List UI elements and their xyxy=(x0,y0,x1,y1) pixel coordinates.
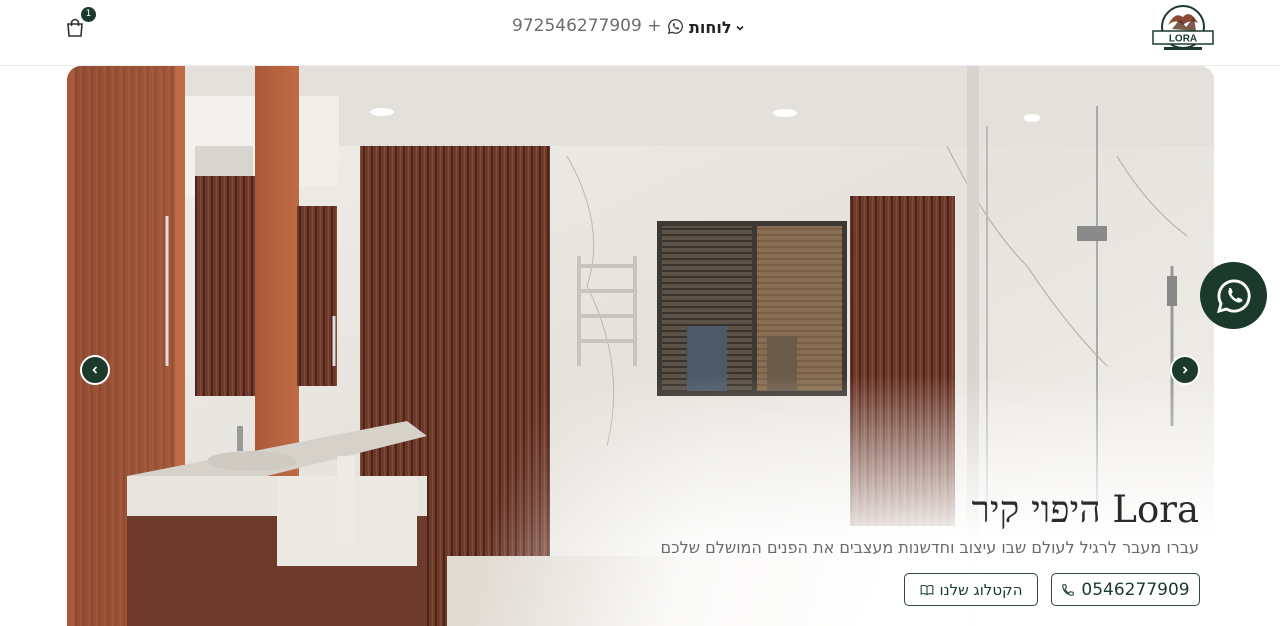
whatsapp-icon xyxy=(1216,279,1251,313)
chevron-right-icon xyxy=(1182,366,1188,374)
hero-subtitle: עברו מעבר לרגיל לעולם שבו עיצוב וחדשנות … xyxy=(660,538,1199,557)
catalog-label: הקטלוג שלנו xyxy=(939,580,1023,599)
hero-title: Lora היפוי קיר xyxy=(971,488,1199,531)
call-phone-button[interactable]: 0546277909 xyxy=(1051,573,1200,606)
cart-count-badge: 1 xyxy=(81,7,96,22)
whatsapp-float-button[interactable] xyxy=(1200,262,1267,329)
cart-icon xyxy=(67,18,83,37)
chevron-down-icon xyxy=(736,25,744,31)
chevron-left-icon xyxy=(92,366,98,374)
header-phone-link[interactable]: 972546277909 + xyxy=(512,16,684,36)
book-icon xyxy=(920,584,933,595)
catalog-button[interactable]: הקטלוג שלנו xyxy=(904,573,1038,606)
whatsapp-icon xyxy=(668,18,684,34)
call-phone-label: 0546277909 xyxy=(1081,579,1190,600)
menu-panels[interactable]: לוחות xyxy=(689,18,745,37)
slider-prev-button[interactable] xyxy=(80,355,110,385)
site-header: 1 972546277909 + לוחות LORA xyxy=(0,0,1280,66)
header-phone-text: 972546277909 + xyxy=(512,16,662,36)
logo[interactable]: LORA xyxy=(1150,3,1216,55)
slider-next-button[interactable] xyxy=(1170,355,1200,385)
logo-text: LORA xyxy=(1169,34,1197,45)
menu-panels-label: לוחות xyxy=(689,18,732,37)
phone-icon xyxy=(1062,583,1075,596)
cart-button[interactable]: 1 xyxy=(62,7,96,42)
